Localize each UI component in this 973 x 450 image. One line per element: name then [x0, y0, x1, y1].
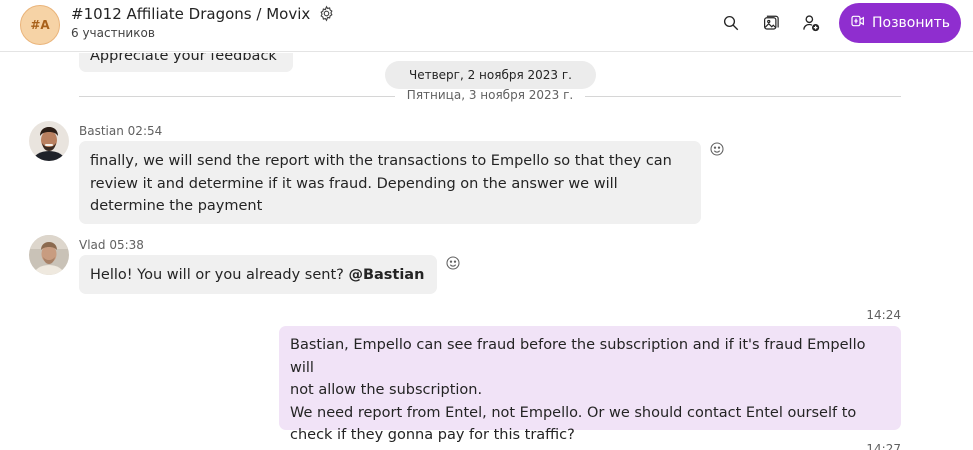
chat-title[interactable]: #1012 Affiliate Dragons / Movix — [71, 5, 335, 26]
message-time: 02:54 — [127, 124, 163, 138]
mention-tag[interactable]: @Bastian — [348, 267, 424, 283]
message-bubble[interactable]: finally, we will send the report with th… — [79, 141, 701, 224]
add-reaction-icon[interactable] — [709, 141, 725, 157]
message-time: 14:24 — [866, 308, 901, 322]
add-person-icon[interactable] — [800, 12, 822, 34]
message-line: not allow the subscription. — [290, 382, 483, 398]
floating-date-pill: Четверг, 2 ноября 2023 г. — [385, 61, 596, 89]
message-line: check if they gonna pay for this traffic… — [290, 427, 575, 443]
message-time: 14:27 — [866, 442, 901, 450]
author-name[interactable]: Vlad — [79, 238, 106, 252]
group-avatar[interactable]: #A — [20, 5, 60, 45]
chat-title-text: #1012 Affiliate Dragons / Movix — [71, 5, 311, 23]
message-meta: Bastian 02:54 — [79, 124, 162, 138]
avatar-bastian[interactable] — [29, 121, 69, 161]
message-bubble[interactable]: Appreciate your feedback — [79, 53, 293, 72]
gallery-icon[interactable] — [760, 12, 782, 34]
message-line: Bastian, Empello can see fraud before th… — [290, 337, 866, 376]
add-reaction-icon[interactable] — [445, 255, 461, 271]
message-bubble[interactable]: Hello! You will or you already sent? @Ba… — [79, 255, 437, 294]
search-icon[interactable] — [720, 12, 742, 34]
message-list[interactable]: Appreciate your feedback Пятница, 3 нояб… — [0, 53, 973, 450]
avatar-vlad[interactable] — [29, 235, 69, 275]
video-call-icon — [850, 13, 866, 33]
message-meta: Vlad 05:38 — [79, 238, 144, 252]
gear-icon[interactable] — [318, 5, 335, 26]
message-line: finally, we will send the report with th… — [90, 153, 672, 169]
message-time: 05:38 — [109, 238, 144, 252]
message-line: determine the payment — [90, 198, 263, 214]
message-line: review it and determine if it was fraud.… — [90, 175, 618, 192]
participants-count[interactable]: 6 участников — [71, 26, 155, 40]
chat-header: #A #1012 Affiliate Dragons / Movix 6 уча… — [0, 0, 973, 52]
date-divider-label: Пятница, 3 ноября 2023 г. — [395, 88, 585, 102]
message-line: We need report from Entel, not Empello. … — [290, 404, 857, 421]
call-button[interactable]: Позвонить — [839, 3, 961, 43]
message-text: Hello! You will or you already sent? — [90, 267, 349, 283]
own-message-bubble[interactable]: Bastian, Empello can see fraud before th… — [279, 326, 901, 443]
author-name[interactable]: Bastian — [79, 124, 124, 138]
call-button-label: Позвонить — [871, 15, 950, 31]
